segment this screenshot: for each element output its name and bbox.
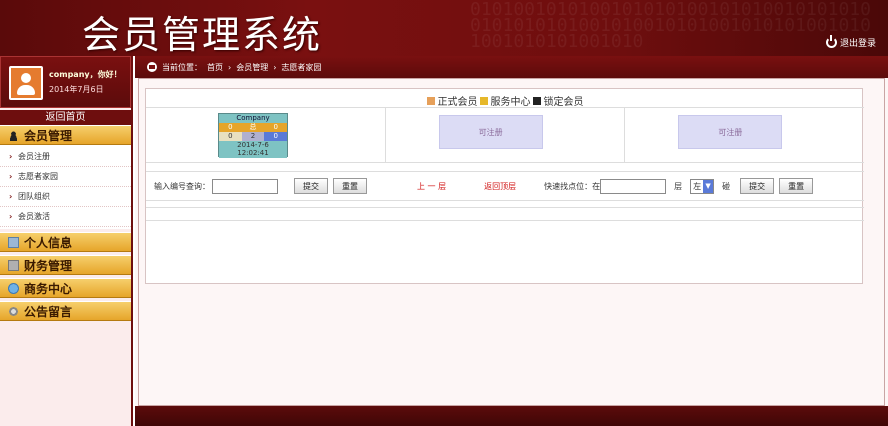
home-icon — [147, 62, 157, 72]
menu-section-label: 公告留言 — [24, 304, 73, 319]
breadcrumb: 当前位置： 首页 › 会员管理 › 志愿者家园 — [135, 56, 888, 78]
breadcrumb-member-management[interactable]: 会员管理 — [236, 62, 268, 73]
submit-button[interactable]: 提交 — [294, 178, 328, 194]
legend-service-center: 服务中心 — [490, 97, 531, 108]
gear-icon — [8, 305, 19, 317]
quick-submit-button[interactable]: 提交 — [740, 178, 775, 194]
user-date: 2014年7月6日 — [49, 85, 104, 94]
chevron-down-icon: ▼ — [703, 179, 714, 193]
side-select-value: 左 — [693, 181, 702, 191]
menu-section-label: 会员管理 — [24, 128, 73, 143]
app-title: 会员管理系统 — [82, 13, 323, 56]
user-greeting: company，你好！ — [49, 70, 122, 79]
breadcrumb-current: 志愿者家园 — [281, 62, 322, 72]
breadcrumb-prefix: 当前位置： — [162, 62, 202, 72]
search-label: 输入编号查询： — [154, 181, 210, 191]
breadcrumb-separator: › — [228, 62, 232, 72]
menu-section-personal-info[interactable]: 个人信息 — [0, 232, 131, 252]
member-card-cell: 2 — [241, 132, 265, 141]
breadcrumb-separator: › — [273, 62, 277, 72]
quick-find-label: 快速找点位：在 — [544, 181, 601, 191]
tree-row: Company 0 总 0 0 2 0 2014-7-6 12:02:41 可注… — [146, 107, 864, 163]
footer-bar — [135, 406, 888, 426]
document-icon — [8, 236, 19, 248]
menu-section-business[interactable]: 商务中心 — [0, 278, 131, 298]
legend-swatch-formal — [426, 96, 435, 105]
member-card-cell: 0 — [219, 123, 242, 132]
legend-swatch-locked — [532, 96, 541, 105]
person-icon — [8, 129, 19, 141]
globe-icon — [8, 282, 19, 294]
menu-section-label: 个人信息 — [24, 235, 73, 250]
grid-icon — [8, 259, 19, 271]
member-tree-panel: 正式会员 服务中心 锁定会员 Company 0 总 0 0 2 0 2014-… — [145, 88, 864, 284]
app-header: 0101001010100101010100101010010101010010… — [0, 0, 888, 56]
breadcrumb-home[interactable]: 首页 — [207, 62, 223, 73]
sidebar-item-volunteer-home[interactable]: 志愿者家园 — [0, 167, 131, 187]
register-slot-left[interactable]: 可注册 — [438, 115, 543, 149]
legend-locked-member: 锁定会员 — [543, 97, 584, 108]
quick-find-layer-input[interactable] — [600, 178, 667, 194]
user-box: company，你好！ 2014年7月6日 — [0, 56, 131, 108]
sidebar: company，你好！ 2014年7月6日 返回首页 会员管理 会员注册 志愿者… — [0, 56, 133, 426]
legend: 正式会员 服务中心 锁定会员 — [146, 93, 864, 108]
top-layer-link[interactable]: 返回顶层 — [484, 181, 516, 192]
tree-cell-right: 可注册 — [625, 108, 864, 162]
search-controls: 输入编号查询： 提交 重置 上 一 层 返回顶层 快速找点位：在 层 左 ▼ 碰… — [146, 171, 864, 201]
empty-row — [146, 207, 864, 221]
register-slot-right[interactable]: 可注册 — [678, 115, 783, 149]
power-icon — [825, 35, 837, 48]
layer-label: 层 — [674, 181, 683, 191]
menu-section-member-management[interactable]: 会员管理 — [0, 125, 131, 145]
reset-button[interactable]: 重置 — [333, 178, 367, 194]
main-area: 当前位置： 首页 › 会员管理 › 志愿者家园 正式会员 服务中心 锁定会员 C… — [135, 56, 888, 426]
member-card-cell: 0 — [219, 132, 242, 141]
back-home-link[interactable]: 返回首页 — [0, 110, 131, 125]
avatar — [9, 66, 43, 100]
menu-section-finance[interactable]: 财务管理 — [0, 255, 131, 275]
member-id-search-input[interactable] — [212, 178, 278, 194]
legend-swatch-service — [479, 96, 488, 105]
menu-section-notices[interactable]: 公告留言 — [0, 301, 131, 321]
member-card-date: 2014-7-6 — [219, 141, 287, 149]
menu-section-label: 商务中心 — [24, 281, 73, 296]
sidebar-item-member-register[interactable]: 会员注册 — [0, 147, 131, 167]
member-card-time: 12:02:41 — [219, 149, 287, 158]
tree-cell-root: Company 0 总 0 0 2 0 2014-7-6 12:02:41 — [146, 108, 386, 162]
logout-button[interactable]: 退出登录 — [825, 35, 876, 49]
logout-label: 退出登录 — [839, 39, 876, 49]
member-card-row1: 0 总 0 — [219, 123, 288, 132]
member-card-cell: 0 — [264, 132, 288, 141]
sidebar-item-member-activate[interactable]: 会员激活 — [0, 207, 131, 227]
member-card-cell: 0 — [264, 123, 288, 132]
member-card-row2: 0 2 0 — [219, 132, 288, 141]
sidebar-item-team[interactable]: 团队组织 — [0, 187, 131, 207]
member-management-submenu: 会员注册 志愿者家园 团队组织 会员激活 — [0, 145, 131, 229]
legend-formal-member: 正式会员 — [437, 97, 478, 108]
up-layer-link[interactable]: 上 一 层 — [417, 181, 446, 192]
side-select[interactable]: 左 ▼ — [690, 178, 715, 194]
tree-cell-left: 可注册 — [386, 108, 626, 162]
header-background-pattern: 0101001010100101010100101010010101010010… — [470, 2, 871, 52]
member-card[interactable]: Company 0 总 0 0 2 0 2014-7-6 12:02:41 — [218, 113, 288, 158]
member-card-name: Company — [219, 114, 287, 123]
member-card-cell: 总 — [241, 123, 265, 132]
area-label: 碰 — [722, 181, 731, 191]
quick-reset-button[interactable]: 重置 — [779, 178, 814, 194]
menu-section-label: 财务管理 — [24, 258, 73, 273]
